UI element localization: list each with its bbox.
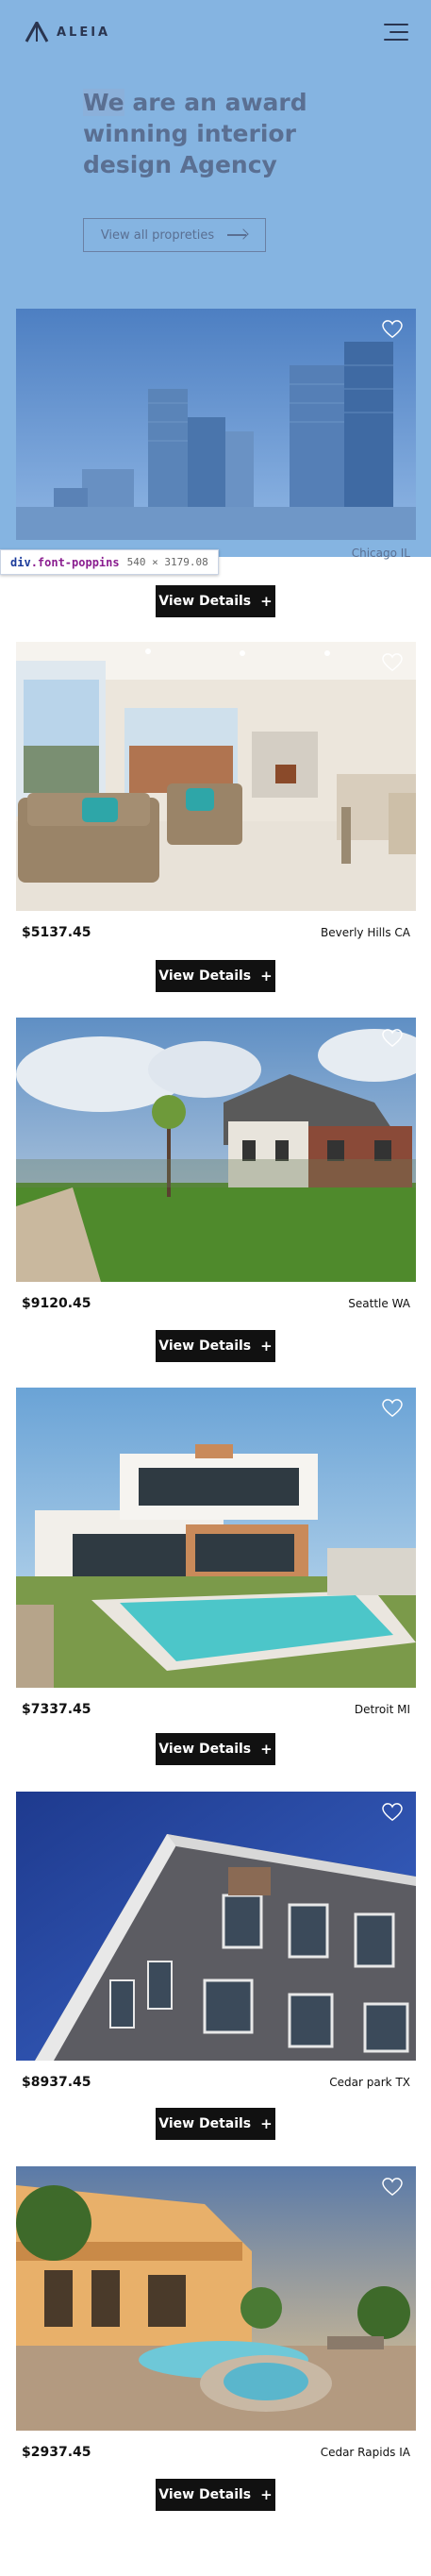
- hero-title: We are an award winning interior design …: [83, 87, 366, 180]
- logo-icon: [25, 19, 49, 42]
- listing-city: Cedar Rapids IA: [320, 2446, 410, 2459]
- listing-city: Cedar park TX: [329, 2076, 410, 2089]
- view-details-button[interactable]: View Details +: [156, 1733, 275, 1765]
- plus-icon: +: [260, 1741, 273, 1758]
- devtools-inspector-tooltip: div.font-poppins 540 × 3179.08: [0, 549, 219, 575]
- listing-price: $2937.45: [22, 2445, 91, 2460]
- view-details-label: View Details: [158, 1339, 252, 1354]
- view-details-label: View Details: [158, 968, 252, 984]
- listing-price: $9120.45: [22, 1296, 91, 1311]
- plus-icon: +: [260, 2115, 273, 2132]
- view-details-button[interactable]: View Details +: [156, 585, 275, 617]
- plus-icon: +: [260, 1338, 273, 1355]
- listing-city: Seattle WA: [348, 1297, 410, 1310]
- listing-price: $5137.45: [22, 925, 91, 940]
- heart-icon[interactable]: [382, 1029, 403, 1048]
- view-details-button[interactable]: View Details +: [156, 960, 275, 992]
- listing-card-detroit: $7337.45 Detroit MI: [16, 1388, 416, 1731]
- listing-card-chicago: Chicago IL: [16, 309, 416, 566]
- view-details-label: View Details: [158, 2487, 252, 2502]
- listing-meta: $7337.45 Detroit MI: [16, 1688, 416, 1731]
- plus-icon: +: [260, 593, 273, 610]
- heart-icon[interactable]: [382, 1399, 403, 1418]
- listing-meta: $2937.45 Cedar Rapids IA: [16, 2431, 416, 2474]
- heart-icon[interactable]: [382, 320, 403, 339]
- listing-image[interactable]: [16, 309, 416, 540]
- listing-city: Chicago IL: [351, 547, 410, 560]
- brand-logo[interactable]: ALEIA: [25, 19, 111, 42]
- arrow-right-icon: [227, 230, 248, 240]
- hero-title-highlight: We: [83, 89, 124, 116]
- view-details-label: View Details: [158, 2116, 252, 2131]
- listing-price: $7337.45: [22, 1702, 91, 1717]
- listing-image[interactable]: [16, 1388, 416, 1688]
- listing-city: Detroit MI: [354, 1703, 410, 1716]
- listing-image[interactable]: [16, 1018, 416, 1282]
- listing-city: Beverly Hills CA: [321, 926, 410, 939]
- view-details-label: View Details: [158, 594, 252, 609]
- listing-card-seattle: $9120.45 Seattle WA: [16, 1018, 416, 1325]
- plus-icon: +: [260, 968, 273, 985]
- view-details-button[interactable]: View Details +: [156, 2108, 275, 2140]
- view-all-properties-label: View all propreties: [100, 227, 215, 243]
- heart-icon[interactable]: [382, 653, 403, 672]
- listing-card-cedar-park: $8937.45 Cedar park TX: [16, 1792, 416, 2104]
- listing-meta: $5137.45 Beverly Hills CA: [16, 911, 416, 954]
- listing-image[interactable]: [16, 2166, 416, 2431]
- plus-icon: +: [260, 2486, 273, 2503]
- hero-section: We are an award winning interior design …: [83, 87, 366, 180]
- view-details-button[interactable]: View Details +: [156, 1330, 275, 1362]
- logo-text: ALEIA: [57, 25, 111, 40]
- listing-image[interactable]: [16, 1792, 416, 2061]
- listing-image[interactable]: [16, 642, 416, 911]
- listing-meta: $8937.45 Cedar park TX: [16, 2061, 416, 2104]
- site-header: ALEIA: [0, 0, 431, 76]
- view-all-properties-button[interactable]: View all propreties: [83, 218, 266, 252]
- listing-card-cedar-rapids: $2937.45 Cedar Rapids IA: [16, 2166, 416, 2474]
- heart-icon[interactable]: [382, 1803, 403, 1822]
- inspector-selector: div.font-poppins: [10, 555, 120, 569]
- hamburger-menu-icon[interactable]: [384, 24, 408, 42]
- view-details-button[interactable]: View Details +: [156, 2479, 275, 2511]
- listing-meta: $9120.45 Seattle WA: [16, 1282, 416, 1325]
- heart-icon[interactable]: [382, 2178, 403, 2197]
- view-details-label: View Details: [158, 1742, 252, 1757]
- listing-card-beverly-hills: $5137.45 Beverly Hills CA: [16, 642, 416, 954]
- listing-price: $8937.45: [22, 2075, 91, 2090]
- inspector-dimensions: 540 × 3179.08: [126, 556, 208, 568]
